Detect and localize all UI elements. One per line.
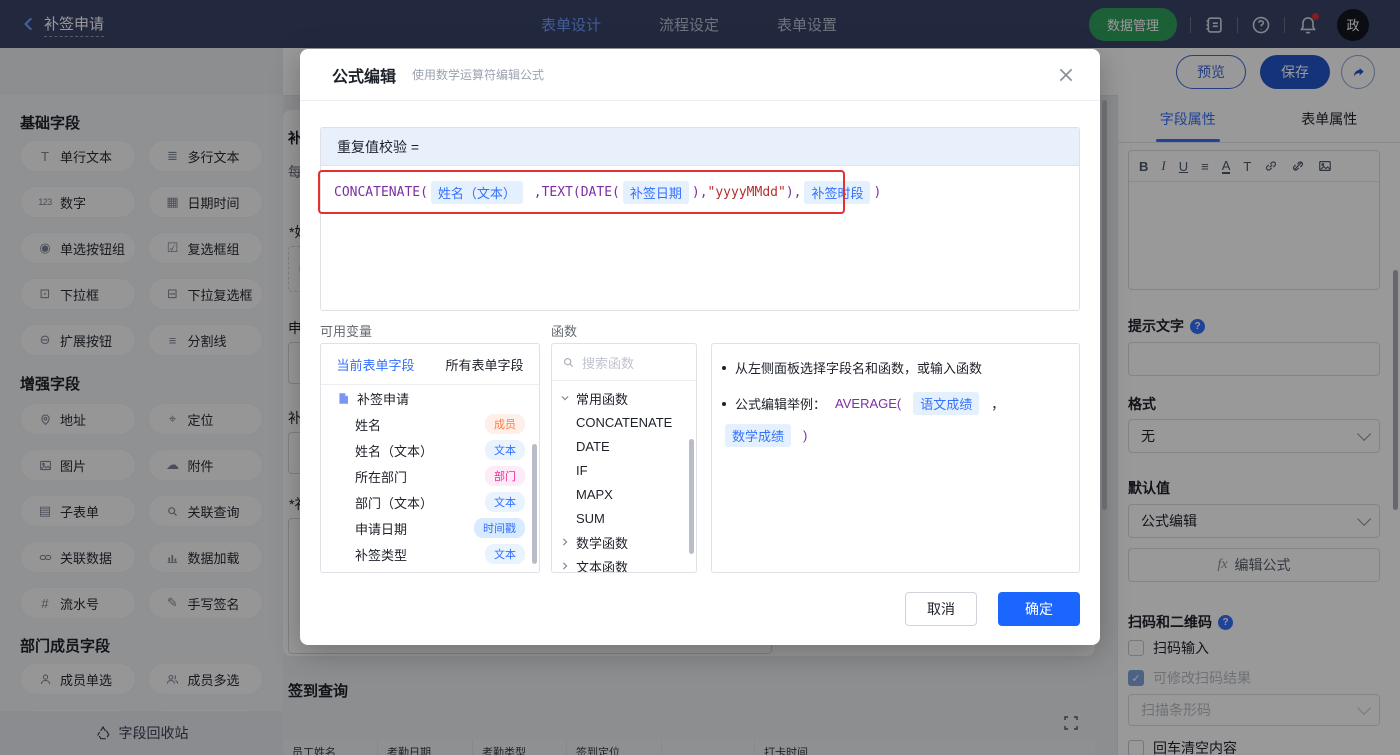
example-fn-close: ) (803, 428, 808, 443)
modal-header: 公式编辑 使用数学运算符编辑公式 (300, 49, 1100, 101)
variables-pane: 当前表单字段 所有表单字段 补签申请 姓名 成员 姓名（文本） 文本 所在部门 部门 … (320, 343, 540, 573)
form-doc-icon (337, 392, 350, 405)
chevron-right-icon (560, 561, 570, 571)
functions-scrollbar[interactable] (689, 439, 694, 554)
formula-target-label: 重复值校验 = (321, 128, 1079, 166)
help-line-1: 从左侧面板选择字段名和函数，或输入函数 (722, 358, 1073, 377)
variable-item[interactable]: 申请日期 时间戳 (321, 515, 539, 541)
type-badge: 文本 (485, 492, 525, 512)
example-fn: AVERAGE( (835, 396, 902, 411)
app-root: 补签申请 表单设计 流程设定 表单设置 数据管理 政 预览 保存 基础字段 T … (0, 0, 1400, 755)
function-item[interactable]: CONCATENATE (552, 410, 696, 434)
field-chip: 补签日期 (622, 181, 689, 204)
cancel-button[interactable]: 取消 (905, 592, 977, 626)
tab-current-form-fields[interactable]: 当前表单字段 (336, 355, 414, 374)
function-item[interactable]: MAPX (552, 482, 696, 506)
formula-input-area[interactable]: CONCATENATE(姓名（文本） ,TEXT(DATE(补签日期), "yyy… (318, 166, 1079, 310)
function-search[interactable]: 搜索函数 (552, 344, 696, 381)
modal-subtitle: 使用数学运算符编辑公式 (412, 68, 545, 82)
variable-item-partial[interactable] (321, 567, 539, 573)
example-chip: 数学成绩 (725, 424, 792, 447)
variable-item[interactable]: 姓名 成员 (321, 411, 539, 437)
variable-item[interactable]: 部门（文本） 文本 (321, 489, 539, 515)
type-badge: 时间戳 (474, 518, 525, 538)
formula-fn: CONCATENATE( (334, 185, 428, 200)
formula-code: ), (785, 185, 802, 200)
formula-code: ,TEXT(DATE( (525, 185, 620, 200)
help-pane: 从左侧面板选择字段名和函数，或输入函数 公式编辑举例： AVERAGE(语文成绩，… (711, 343, 1080, 573)
variables-scrollbar[interactable] (532, 444, 537, 564)
formula-code: ) (873, 185, 882, 200)
function-group-common[interactable]: 常用函数 (552, 386, 696, 410)
chevron-down-icon (560, 393, 570, 403)
close-icon[interactable] (1056, 65, 1076, 85)
variables-tabs: 当前表单字段 所有表单字段 (321, 344, 539, 385)
modal-title: 公式编辑 (332, 68, 397, 86)
formula-expression: CONCATENATE(姓名（文本） ,TEXT(DATE(补签日期), "yyy… (334, 181, 881, 204)
formula-edit-modal: 公式编辑 使用数学运算符编辑公式 重复值校验 = CONCATENATE(姓名（… (300, 49, 1100, 645)
functions-pane: 搜索函数 常用函数 CONCATENATE DATE IF MAPX SUM 数… (551, 343, 697, 573)
type-badge: 部门 (485, 466, 525, 486)
function-group-text[interactable]: 文本函数 (552, 554, 696, 572)
functions-label: 函数 (551, 324, 578, 339)
formula-editor: 重复值校验 = CONCATENATE(姓名（文本） ,TEXT(DATE(补签… (318, 127, 1080, 311)
type-badge: 文本 (485, 440, 525, 460)
field-chip: 姓名（文本） (430, 181, 523, 204)
formula-string: "yyyyMMdd" (707, 185, 786, 200)
function-group-math[interactable]: 数学函数 (552, 530, 696, 554)
type-badge (477, 572, 525, 573)
chevron-right-icon (560, 537, 570, 547)
confirm-button[interactable]: 确定 (998, 592, 1080, 626)
search-placeholder: 搜索函数 (582, 355, 635, 371)
type-badge: 成员 (485, 414, 525, 434)
type-badge: 文本 (485, 544, 525, 564)
function-item[interactable]: IF (552, 458, 696, 482)
function-item[interactable]: SUM (552, 506, 696, 530)
help-line-2: 公式编辑举例： AVERAGE(语文成绩，数学成绩) (722, 392, 1073, 447)
variable-item[interactable]: 补签类型 文本 (321, 541, 539, 567)
formula-code: ), (691, 185, 708, 200)
variable-form-node[interactable]: 补签申请 (321, 385, 539, 411)
field-chip: 补签时段 (804, 181, 871, 204)
example-chip: 语文成绩 (913, 392, 980, 415)
tab-all-form-fields[interactable]: 所有表单字段 (445, 355, 523, 374)
function-item[interactable]: DATE (552, 434, 696, 458)
variable-item[interactable]: 姓名（文本） 文本 (321, 437, 539, 463)
search-icon (562, 356, 575, 369)
variable-item[interactable]: 所在部门 部门 (321, 463, 539, 489)
variables-label: 可用变量 (320, 324, 373, 339)
